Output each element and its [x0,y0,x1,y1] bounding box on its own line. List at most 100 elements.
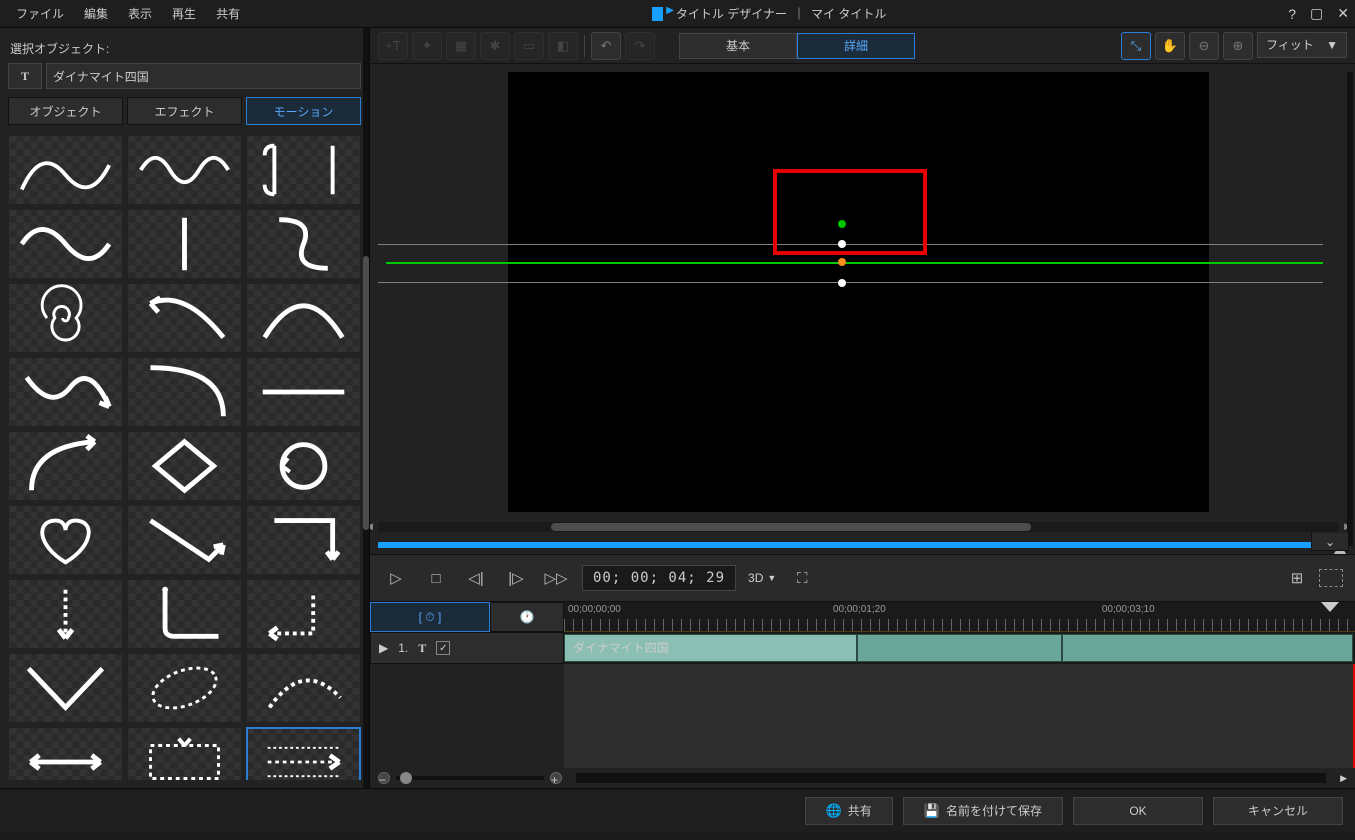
fast-forward-button[interactable]: ▷▷ [542,564,570,592]
play-button[interactable]: ▷ [382,564,410,592]
scroll-left-icon[interactable]: ◀ [370,521,373,532]
preview-time-bar[interactable] [378,542,1339,548]
preset-diag[interactable] [127,357,242,427]
collapse-button[interactable]: ⌄ [1311,533,1349,551]
dropdown-icon: ▼ [1326,38,1338,52]
zoom-fit-dropdown[interactable]: フィット ▼ [1257,32,1347,58]
menu-view[interactable]: 表示 [118,1,162,26]
preset-v[interactable] [8,653,123,723]
add-effect-button[interactable]: ✱ [480,32,510,60]
canvas-v-scrollbar[interactable] [1347,72,1353,546]
preset-hump[interactable] [246,283,361,353]
timecode-field[interactable]: 00; 00; 04; 29 [582,565,736,591]
expand-icon[interactable]: ▶ [379,641,388,655]
menu-share[interactable]: 共有 [206,1,250,26]
object-name-field[interactable]: ダイナマイト四国 [46,63,361,89]
preset-bracket[interactable] [246,135,361,205]
clip-segment-2[interactable] [857,634,1063,662]
save-as-button[interactable]: 💾名前を付けて保存 [903,797,1063,825]
ok-button[interactable]: OK [1073,797,1203,825]
pan-tool-button[interactable]: ✋ [1155,32,1185,60]
preset-diamond[interactable] [127,431,242,501]
preset-arc-dash[interactable] [246,653,361,723]
app-title: タイトル デザイナー [676,5,787,22]
preview-canvas[interactable]: ◀ ▶ [370,64,1355,554]
preset-spiral[interactable] [8,283,123,353]
track-visible-checkbox[interactable]: ✓ [436,641,450,655]
anchor-mid-icon[interactable] [838,258,846,266]
motion-path[interactable] [386,262,1323,264]
track-body[interactable]: ダイナマイト四国 [564,632,1355,664]
add-image-button[interactable]: ▦ [446,32,476,60]
preset-arc-left[interactable] [127,283,242,353]
timeline-scroll-right-icon[interactable]: ▶ [1340,773,1347,784]
help-button[interactable]: ? [1288,6,1296,22]
canvas-h-scrollbar[interactable] [378,522,1339,532]
share-button[interactable]: 🌐共有 [805,797,893,825]
select-object-label: 選択オブジェクト: [10,40,359,57]
preset-heart[interactable] [8,505,123,575]
fullscreen-button[interactable]: ⛶ [788,564,816,592]
tab-effect[interactable]: エフェクト [127,97,242,125]
handle2-icon[interactable] [838,279,846,287]
clip-segment-1[interactable]: ダイナマイト四国 [564,634,857,662]
undo-button[interactable]: ↶ [591,32,621,60]
3d-toggle[interactable]: 3D▼ [748,564,776,592]
sidebar-scrollbar[interactable] [363,28,369,788]
stop-button[interactable]: □ [422,564,450,592]
timeline-ruler[interactable]: 00;00;00;00 00;00;01;20 00;00;03;10 [564,602,1355,632]
zoom-out-tl-button[interactable]: − [378,772,390,784]
preset-arc-up[interactable] [8,431,123,501]
snapshot-button[interactable]: ⊞ [1283,564,1311,592]
preset-rect-path[interactable] [246,505,361,575]
add-shape-button[interactable]: ◧ [548,32,578,60]
preset-curve[interactable] [8,135,123,205]
add-particle-button[interactable]: ✦ [412,32,442,60]
preset-dotted-arrow[interactable] [246,727,361,780]
redo-button[interactable]: ↷ [625,32,655,60]
mode-detail-button[interactable]: 詳細 [797,33,915,59]
clock-tab[interactable]: 🕐 [490,602,564,632]
preset-zigzag[interactable] [127,505,242,575]
zoom-out-button[interactable]: ⊖ [1189,32,1219,60]
preset-s-curve[interactable] [246,209,361,279]
preset-ellipse-dash[interactable] [127,653,242,723]
zoom-in-button[interactable]: ⊕ [1223,32,1253,60]
add-text-button[interactable]: +T [378,32,408,60]
tab-object[interactable]: オブジェクト [8,97,123,125]
maximize-button[interactable]: ▢ [1310,5,1323,22]
selection-box[interactable] [773,169,927,255]
safe-zone-button[interactable] [1319,569,1343,587]
keyframe-tab[interactable]: [ ⏱ ] [370,602,490,632]
menu-play[interactable]: 再生 [162,1,206,26]
preset-wave2[interactable] [8,357,123,427]
track-header[interactable]: ▶ 1. T ✓ [370,632,564,664]
preset-double-arrow[interactable] [8,727,123,780]
zoom-in-tl-button[interactable]: + [550,772,562,784]
timeline-scrollbar[interactable] [576,773,1326,783]
move-tool-button[interactable]: ⤡ [1121,32,1151,60]
handle-icon[interactable] [838,240,846,248]
preset-dotted-corner[interactable] [246,579,361,649]
add-bg-button[interactable]: ▭ [514,32,544,60]
preset-corner[interactable] [127,579,242,649]
preset-down-arrow[interactable] [8,579,123,649]
preset-circle[interactable] [246,431,361,501]
preset-vertical[interactable] [127,209,242,279]
anchor-start-icon[interactable] [838,220,846,228]
menu-edit[interactable]: 編集 [74,1,118,26]
cancel-button[interactable]: キャンセル [1213,797,1343,825]
preset-line[interactable] [246,357,361,427]
mode-basic-button[interactable]: 基本 [679,33,797,59]
preset-wave[interactable] [127,135,242,205]
timeline-empty-area[interactable] [564,664,1355,768]
close-button[interactable]: ✕ [1337,5,1349,22]
preset-sine[interactable] [8,209,123,279]
tab-motion[interactable]: モーション [246,97,361,125]
prev-frame-button[interactable]: ◁| [462,564,490,592]
preset-dotted-rect[interactable] [127,727,242,780]
menu-file[interactable]: ファイル [6,1,74,26]
clip-segment-3[interactable] [1062,634,1353,662]
next-frame-button[interactable]: |▷ [502,564,530,592]
zoom-slider[interactable] [396,776,544,780]
